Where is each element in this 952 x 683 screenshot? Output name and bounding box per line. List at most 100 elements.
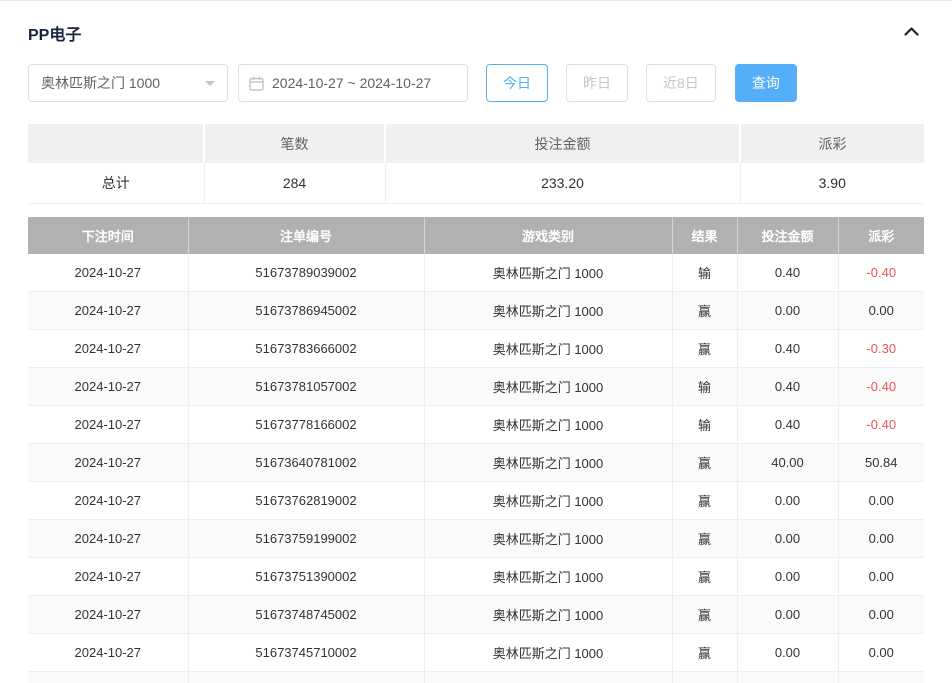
summary-header-amount: 投注金额 — [385, 124, 741, 163]
bet-id-cell: 51673789039002 — [188, 253, 425, 292]
bets-header-id: 注单编号 — [188, 216, 425, 254]
bet-time-cell: 2024-10-27 — [28, 633, 189, 672]
result-cell: 赢 — [672, 481, 738, 520]
payout-cell: 0.00 — [838, 557, 924, 596]
game-name-cell: 奥林匹斯之门 1000 — [424, 519, 673, 558]
result-cell: 输 — [672, 367, 738, 406]
bet-amount-cell: 0.00 — [737, 595, 839, 634]
bet-time-cell: 2024-10-27 — [28, 519, 189, 558]
summary-amount-value: 233.20 — [385, 163, 741, 204]
result-cell: 赢 — [672, 557, 738, 596]
payout-cell: 50.84 — [838, 443, 924, 482]
chevron-up-icon — [903, 25, 920, 40]
bet-time-cell — [28, 671, 189, 683]
bet-row: 2024-10-27 51673783666002 奥林匹斯之门 1000 赢 0.40… — [28, 329, 924, 368]
date-range-value: 2024-10-27 ~ 2024-10-27 — [272, 75, 432, 91]
bet-amount-cell: 0.40 — [737, 367, 839, 406]
bets-table: 下注时间 注单编号 游戏类别 结果 投注金额 派彩 2024-10-27 5167… — [28, 216, 924, 683]
bets-header-game: 游戏类别 — [424, 216, 673, 254]
bet-time-cell: 2024-10-27 — [28, 291, 189, 330]
result-cell: 输 — [672, 405, 738, 444]
result-cell: 赢 — [672, 329, 738, 368]
bets-table-body: 2024-10-27 51673789039002 奥林匹斯之门 1000 输 0.40… — [28, 253, 924, 683]
payout-cell: -0.40 — [838, 405, 924, 444]
bet-amount-cell: 0.00 — [737, 519, 839, 558]
payout-cell: 0.00 — [838, 291, 924, 330]
bet-amount-cell: 0.40 — [737, 253, 839, 292]
game-name-cell: 奥林匹斯之门 1000 — [424, 557, 673, 596]
result-cell: 赢 — [672, 291, 738, 330]
bet-time-cell: 2024-10-27 — [28, 405, 189, 444]
bet-id-cell: 51673640781002 — [188, 443, 425, 482]
game-name-cell: 奥林匹斯之门 1000 — [424, 329, 673, 368]
quick-range-group: 今日 昨日 近8日 — [486, 64, 734, 102]
quick-range-button-昨日[interactable]: 昨日 — [566, 64, 628, 102]
bets-header-time: 下注时间 — [28, 216, 189, 254]
summary-count-value: 284 — [204, 163, 386, 204]
bet-row: 2024-10-27 51673778166002 奥林匹斯之门 1000 输 0.40… — [28, 405, 924, 444]
filter-row: 奥林匹斯之门 1000 2024-10-27 ~ 2024-10-27 今日 昨日… — [28, 64, 924, 102]
bet-id-cell: 51673781057002 — [188, 367, 425, 406]
game-name-cell: 奥林匹斯之门 1000 — [424, 405, 673, 444]
bet-time-cell: 2024-10-27 — [28, 329, 189, 368]
bet-time-cell: 2024-10-27 — [28, 443, 189, 482]
bet-amount-cell: 40.00 — [737, 443, 839, 482]
bet-row: 2024-10-27 51673745710002 奥林匹斯之门 1000 赢 0.00… — [28, 633, 924, 672]
summary-total-row: 总计 284 233.20 3.90 — [28, 163, 924, 204]
calendar-icon — [249, 76, 264, 91]
game-name-cell: 奥林匹斯之门 1000 — [424, 443, 673, 482]
result-cell — [672, 671, 738, 683]
bet-time-cell: 2024-10-27 — [28, 367, 189, 406]
bet-time-cell: 2024-10-27 — [28, 595, 189, 634]
bet-id-cell: 51673778166002 — [188, 405, 425, 444]
game-select-value: 奥林匹斯之门 1000 — [41, 75, 161, 91]
summary-header-empty — [28, 124, 205, 163]
bet-row: 2024-10-27 51673759199002 奥林匹斯之门 1000 赢 0.00… — [28, 519, 924, 558]
bet-id-cell: 51673783666002 — [188, 329, 425, 368]
bet-time-cell: 2024-10-27 — [28, 557, 189, 596]
caret-down-icon — [205, 80, 215, 91]
bet-id-cell: 51673745710002 — [188, 633, 425, 672]
date-range-picker[interactable]: 2024-10-27 ~ 2024-10-27 — [238, 64, 468, 102]
bet-amount-cell: 0.00 — [737, 557, 839, 596]
panel-header: PP电子 — [28, 1, 924, 64]
game-name-cell: 奥林匹斯之门 1000 — [424, 481, 673, 520]
bet-id-cell: 51673786945002 — [188, 291, 425, 330]
pp-electronics-panel: PP电子 奥林匹斯之门 1000 2024-10-27 ~ 2024-10-27… — [0, 0, 952, 683]
bet-id-cell: 51673762819002 — [188, 481, 425, 520]
game-name-cell — [424, 671, 673, 683]
payout-cell: -0.40 — [838, 253, 924, 292]
bets-header-amount: 投注金额 — [737, 216, 839, 254]
bets-header-payout: 派彩 — [838, 216, 924, 254]
result-cell: 赢 — [672, 633, 738, 672]
result-cell: 赢 — [672, 519, 738, 558]
summary-header-count: 笔数 — [204, 124, 386, 163]
bet-amount-cell: 0.00 — [737, 633, 839, 672]
game-name-cell: 奥林匹斯之门 1000 — [424, 633, 673, 672]
bet-row: 2024-10-27 51673748745002 奥林匹斯之门 1000 赢 0.00… — [28, 595, 924, 634]
quick-range-button-近8日[interactable]: 近8日 — [646, 64, 716, 102]
collapse-button[interactable] — [899, 21, 924, 44]
game-select[interactable]: 奥林匹斯之门 1000 — [28, 64, 228, 102]
payout-cell: 0.00 — [838, 481, 924, 520]
quick-range-button-今日[interactable]: 今日 — [486, 64, 548, 102]
summary-header-row: 笔数 投注金额 派彩 — [28, 124, 924, 163]
bet-row: 2024-10-27 51673786945002 奥林匹斯之门 1000 赢 0.00… — [28, 291, 924, 330]
summary-table: 笔数 投注金额 派彩 总计 284 233.20 3.90 — [28, 124, 924, 204]
payout-cell: 0.00 — [838, 633, 924, 672]
result-cell: 赢 — [672, 443, 738, 482]
payout-cell: -0.30 — [838, 329, 924, 368]
bet-row: 2024-10-27 51673781057002 奥林匹斯之门 1000 输 0.40… — [28, 367, 924, 406]
summary-total-label: 总计 — [28, 163, 205, 204]
bet-row: 2024-10-27 51673640781002 奥林匹斯之门 1000 赢 40.0… — [28, 443, 924, 482]
bet-amount-cell: 0.00 — [737, 481, 839, 520]
bets-header-result: 结果 — [672, 216, 738, 254]
bet-row — [28, 671, 924, 683]
payout-cell: -0.40 — [838, 367, 924, 406]
bet-amount-cell: 0.40 — [737, 405, 839, 444]
bet-id-cell: 51673759199002 — [188, 519, 425, 558]
query-button[interactable]: 查询 — [734, 64, 797, 102]
bet-id-cell: 51673748745002 — [188, 595, 425, 634]
bet-time-cell: 2024-10-27 — [28, 481, 189, 520]
payout-cell: 0.00 — [838, 519, 924, 558]
